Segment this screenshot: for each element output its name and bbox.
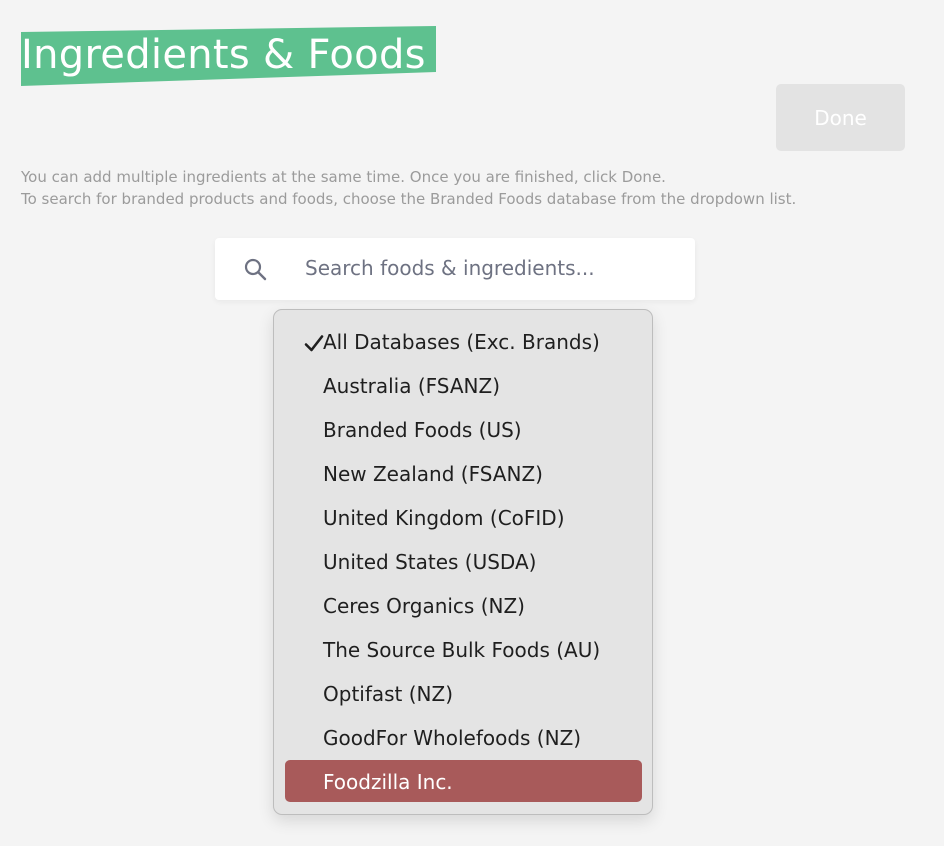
dropdown-option-label: The Source Bulk Foods (AU)	[323, 638, 601, 662]
dropdown-option-label: Optifast (NZ)	[323, 682, 454, 706]
help-line-2: To search for branded products and foods…	[21, 190, 797, 208]
dropdown-option[interactable]: Ceres Organics (NZ)	[285, 584, 642, 626]
dropdown-option[interactable]: Optifast (NZ)	[285, 672, 642, 714]
dropdown-option[interactable]: New Zealand (FSANZ)	[285, 452, 642, 494]
checkmark-icon	[304, 335, 324, 352]
dropdown-option-label: Ceres Organics (NZ)	[323, 594, 525, 618]
dropdown-option[interactable]: United Kingdom (CoFID)	[285, 496, 642, 538]
done-button[interactable]: Done	[776, 84, 905, 151]
dropdown-option[interactable]: Australia (FSANZ)	[285, 364, 642, 406]
database-dropdown-menu[interactable]: All Databases (Exc. Brands) Australia (F…	[273, 309, 653, 815]
dropdown-option[interactable]: United States (USDA)	[285, 540, 642, 582]
dropdown-option[interactable]: The Source Bulk Foods (AU)	[285, 628, 642, 670]
help-line-1: You can add multiple ingredients at the …	[21, 168, 666, 186]
dropdown-option-label: New Zealand (FSANZ)	[323, 462, 543, 486]
dropdown-option-label: Branded Foods (US)	[323, 418, 522, 442]
dropdown-option-label: Australia (FSANZ)	[323, 374, 500, 398]
dropdown-option-label: United Kingdom (CoFID)	[323, 506, 565, 530]
dropdown-option[interactable]: GoodFor Wholefoods (NZ)	[285, 716, 642, 758]
dropdown-option-label: Foodzilla Inc.	[323, 770, 453, 794]
dropdown-option[interactable]: Foodzilla Inc.	[285, 760, 642, 802]
search-input[interactable]	[305, 250, 685, 286]
help-text: You can add multiple ingredients at the …	[21, 166, 796, 210]
dropdown-option-label: United States (USDA)	[323, 550, 537, 574]
dropdown-option-label: GoodFor Wholefoods (NZ)	[323, 726, 582, 750]
dropdown-option[interactable]: All Databases (Exc. Brands)	[285, 320, 642, 362]
search-icon	[244, 258, 267, 281]
dropdown-option-label: All Databases (Exc. Brands)	[323, 330, 600, 354]
page-title-block: Ingredients & Foods	[21, 26, 436, 86]
dropdown-option[interactable]: Branded Foods (US)	[285, 408, 642, 450]
page-title: Ingredients & Foods	[21, 32, 426, 78]
